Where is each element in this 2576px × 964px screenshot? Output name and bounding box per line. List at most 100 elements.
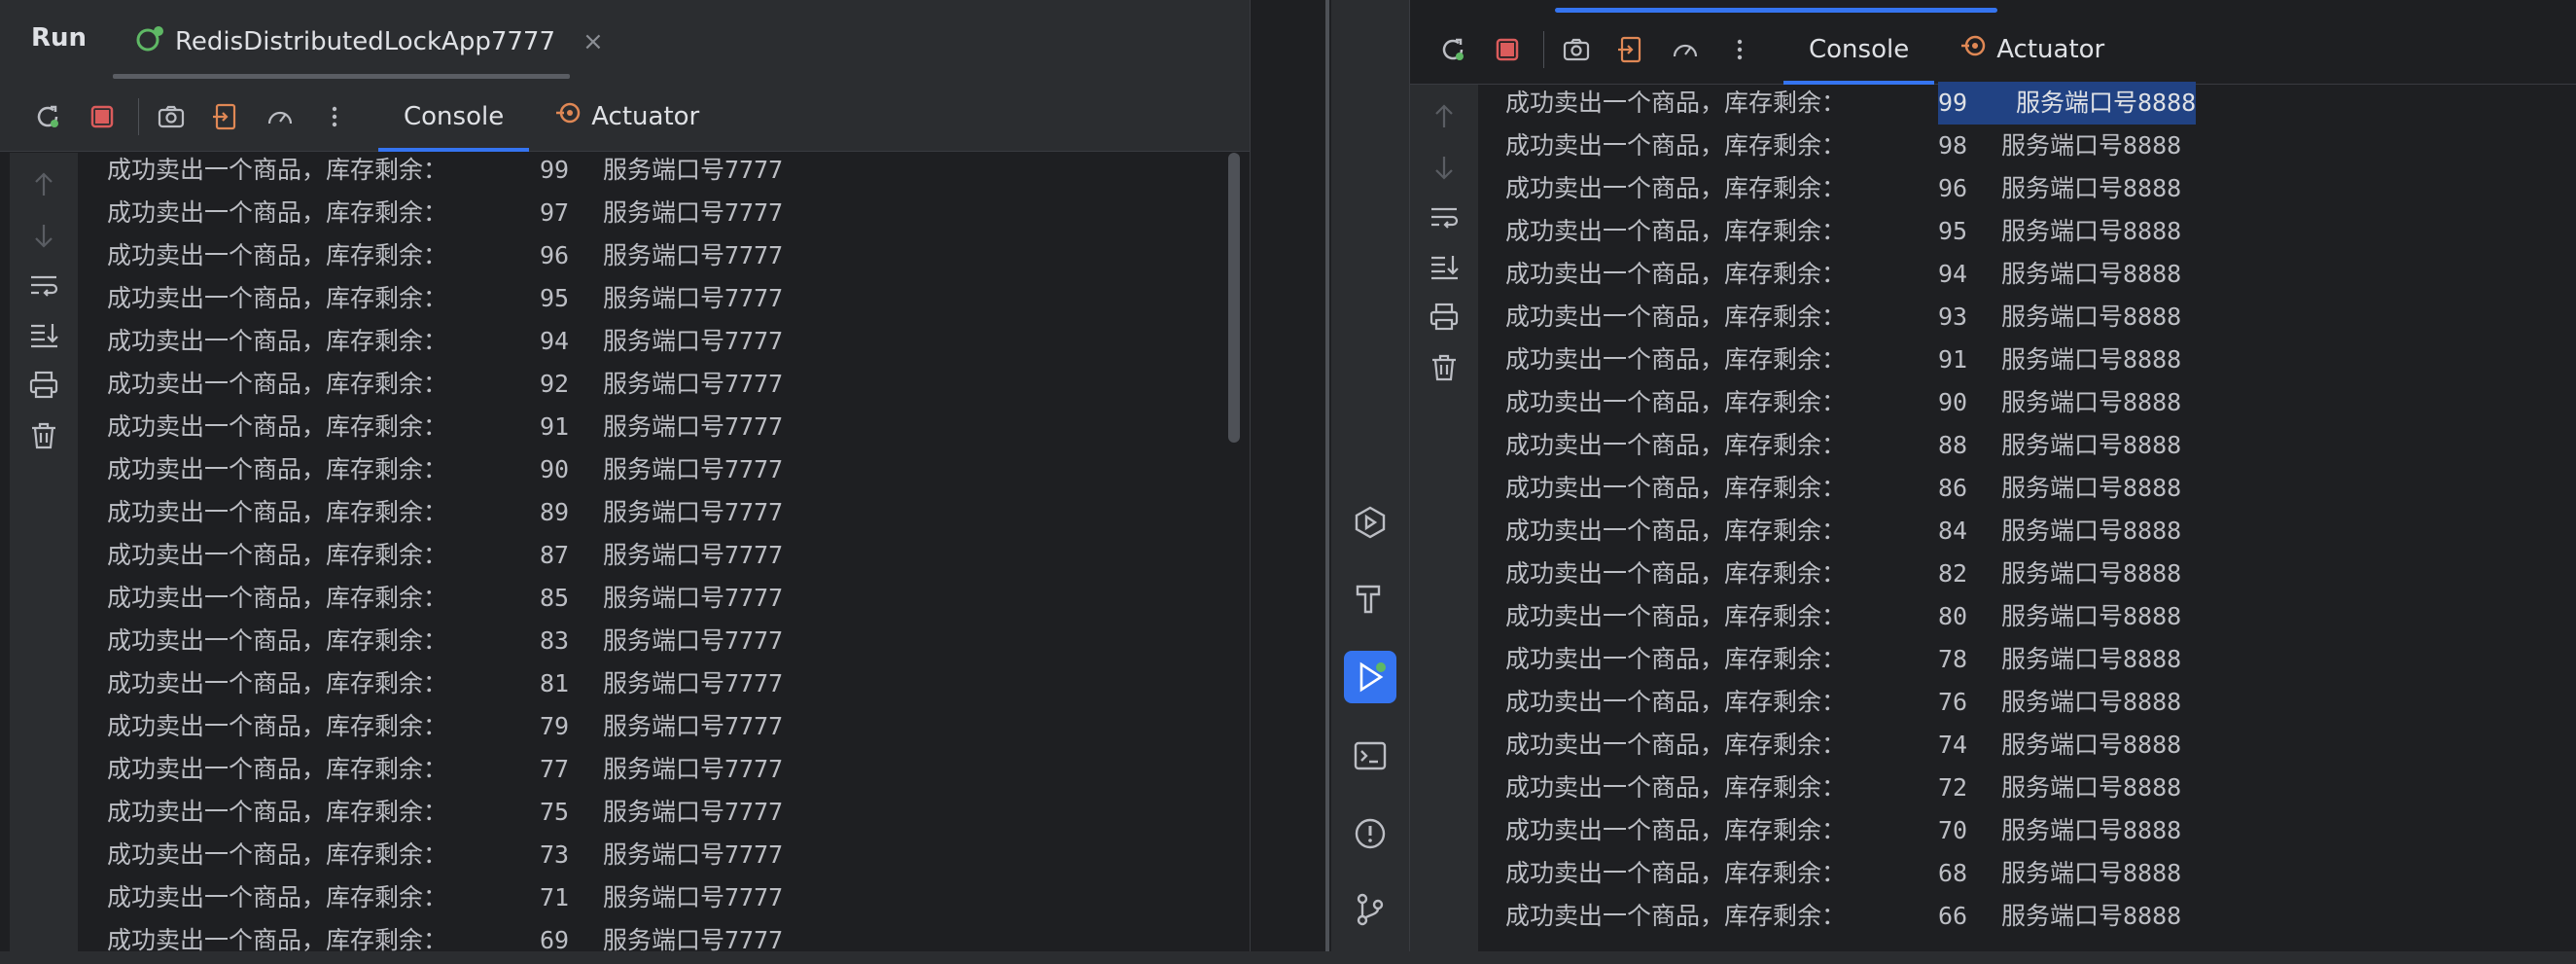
tab-actuator[interactable]: Actuator — [1934, 15, 2130, 85]
tab-console[interactable]: Console — [378, 81, 530, 152]
console-line: 成功卖出一个商品，库存剩余： 72 服务端口号8888 — [1505, 767, 2196, 809]
right-console-output[interactable]: 成功卖出一个商品，库存剩余： 99 服务端口号8888 成功卖出一个商品，库存剩余： 9… — [1505, 82, 2197, 938]
pane-divider[interactable] — [1325, 0, 1329, 964]
console-line-stock: 79 — [540, 712, 570, 740]
arrow-down-icon[interactable] — [1428, 151, 1461, 184]
exit-icon[interactable] — [207, 98, 244, 135]
spring-boot-icon — [134, 23, 165, 61]
print-icon[interactable] — [1428, 301, 1461, 334]
console-line-port: 服务端口号8888 — [2001, 902, 2182, 930]
console-line-stock: 66 — [1938, 902, 1968, 930]
console-line-stock: 73 — [540, 840, 570, 869]
services-icon[interactable] — [1344, 496, 1396, 549]
console-line: 成功卖出一个商品，库存剩余： 76 服务端口号8888 — [1505, 681, 2196, 724]
git-icon[interactable] — [1344, 883, 1396, 936]
tab-console[interactable]: Console — [1783, 14, 1935, 85]
console-line-message: 成功卖出一个商品，库存剩余： — [107, 412, 448, 441]
console-line-message: 成功卖出一个商品，库存剩余： — [1505, 602, 1847, 630]
console-line-stock: 94 — [1938, 260, 1968, 288]
console-line-stock: 77 — [540, 755, 570, 783]
console-line-stock: 68 — [1938, 859, 1968, 887]
console-line-stock: 85 — [540, 584, 570, 612]
console-line-stock: 98 — [1938, 131, 1968, 160]
camera-icon[interactable] — [153, 98, 190, 135]
console-line-message: 成功卖出一个商品，库存剩余： — [107, 370, 448, 398]
console-line: 成功卖出一个商品，库存剩余： 87 服务端口号7777 — [107, 534, 783, 577]
console-line-stock: 87 — [540, 541, 570, 569]
stop-icon[interactable] — [1489, 31, 1526, 68]
console-line-stock: 70 — [1938, 816, 1968, 844]
rerun-icon[interactable] — [29, 98, 66, 135]
console-line-port: 服务端口号7777 — [603, 584, 784, 612]
console-line: 成功卖出一个商品，库存剩余： 90 服务端口号8888 — [1505, 381, 2196, 424]
console-line: 成功卖出一个商品，库存剩余： 88 服务端口号8888 — [1505, 424, 2196, 467]
console-line-message: 成功卖出一个商品，库存剩余： — [1505, 559, 1847, 588]
console-line-message: 成功卖出一个商品，库存剩余： — [107, 798, 448, 826]
more-vertical-icon[interactable] — [316, 98, 353, 135]
console-line-port: 服务端口号8888 — [2001, 859, 2182, 887]
console-line: 成功卖出一个商品，库存剩余： 68 服务端口号8888 — [1505, 852, 2196, 895]
stop-icon[interactable] — [84, 98, 121, 135]
arrow-up-icon[interactable] — [27, 168, 60, 201]
console-line-port: 服务端口号7777 — [603, 241, 784, 269]
console-line-message: 成功卖出一个商品，库存剩余： — [1505, 217, 1847, 245]
console-line-message: 成功卖出一个商品，库存剩余： — [107, 284, 448, 312]
console-line: 成功卖出一个商品，库存剩余： 97 服务端口号7777 — [107, 192, 783, 234]
console-line-port: 服务端口号7777 — [603, 883, 784, 911]
console-line-port: 服务端口号7777 — [603, 669, 784, 697]
scroll-to-end-icon[interactable] — [27, 318, 60, 351]
arrow-up-icon[interactable] — [1428, 100, 1461, 133]
tab-actuator[interactable]: Actuator — [529, 82, 724, 152]
gauge-icon[interactable] — [1667, 31, 1704, 68]
console-line-port: 服务端口号7777 — [603, 755, 784, 783]
console-line: 成功卖出一个商品，库存剩余： 84 服务端口号8888 — [1505, 510, 2196, 553]
hammer-icon[interactable] — [1344, 573, 1396, 625]
soft-wrap-icon[interactable] — [27, 269, 60, 303]
console-line-port: 服务端口号8888 — [2016, 82, 2197, 125]
trash-icon[interactable] — [1428, 351, 1461, 384]
console-line: 成功卖出一个商品，库存剩余： 91 服务端口号7777 — [107, 406, 783, 448]
left-console-output[interactable]: 成功卖出一个商品，库存剩余： 99 服务端口号7777 成功卖出一个商品，库存剩余： 9… — [107, 149, 783, 962]
console-line: 成功卖出一个商品，库存剩余： 79 服务端口号7777 — [107, 705, 783, 748]
exit-icon[interactable] — [1612, 31, 1649, 68]
print-icon[interactable] — [27, 369, 60, 402]
console-line-port: 服务端口号8888 — [2001, 773, 2182, 802]
console-line-port: 服务端口号7777 — [603, 198, 784, 227]
console-line: 成功卖出一个商品，库存剩余： 91 服务端口号8888 — [1505, 339, 2196, 381]
console-line-stock: 90 — [1938, 388, 1968, 416]
console-line-port: 服务端口号8888 — [2001, 474, 2182, 502]
problems-icon[interactable] — [1344, 807, 1396, 860]
camera-icon[interactable] — [1558, 31, 1595, 68]
more-vertical-icon[interactable] — [1721, 31, 1758, 68]
console-line-stock: 92 — [540, 370, 570, 398]
console-line-message: 成功卖出一个商品，库存剩余： — [107, 241, 448, 269]
console-line-stock: 90 — [540, 455, 570, 483]
soft-wrap-icon[interactable] — [1428, 201, 1461, 234]
console-line-port: 服务端口号7777 — [603, 541, 784, 569]
run-config-tab[interactable]: RedisDistributedLockApp7777 × — [134, 18, 604, 66]
console-line-port: 服务端口号7777 — [603, 284, 784, 312]
console-line-port: 服务端口号7777 — [603, 156, 784, 184]
console-line-port: 服务端口号8888 — [2001, 602, 2182, 630]
trash-icon[interactable] — [27, 419, 60, 452]
console-line-message: 成功卖出一个商品，库存剩余： — [107, 755, 448, 783]
scroll-to-end-icon[interactable] — [1428, 250, 1461, 283]
console-line-message: 成功卖出一个商品，库存剩余： — [1505, 773, 1847, 802]
console-line-port: 服务端口号8888 — [2001, 688, 2182, 716]
console-line-message: 成功卖出一个商品，库存剩余： — [1505, 131, 1847, 160]
console-line-message: 成功卖出一个商品，库存剩余： — [107, 198, 448, 227]
arrow-down-icon[interactable] — [27, 219, 60, 252]
terminal-icon[interactable] — [1344, 730, 1396, 782]
console-line-port: 服务端口号7777 — [603, 626, 784, 655]
left-console-scrollbar[interactable] — [1228, 153, 1240, 443]
tab-actuator-label: Actuator — [1996, 34, 2105, 64]
console-line-stock: 99 — [1938, 82, 2016, 125]
console-line-message: 成功卖出一个商品，库存剩余： — [107, 156, 448, 184]
rerun-icon[interactable] — [1434, 31, 1471, 68]
close-icon[interactable]: × — [582, 27, 604, 56]
tab-console-label: Console — [404, 101, 505, 131]
console-line-port: 服务端口号8888 — [2001, 816, 2182, 844]
gauge-icon[interactable] — [262, 98, 299, 135]
right-run-pane: Console Actuator 成功卖出一个商品，库存剩余： 99 服务端口号88… — [1331, 0, 2576, 964]
run-icon[interactable] — [1344, 651, 1396, 703]
